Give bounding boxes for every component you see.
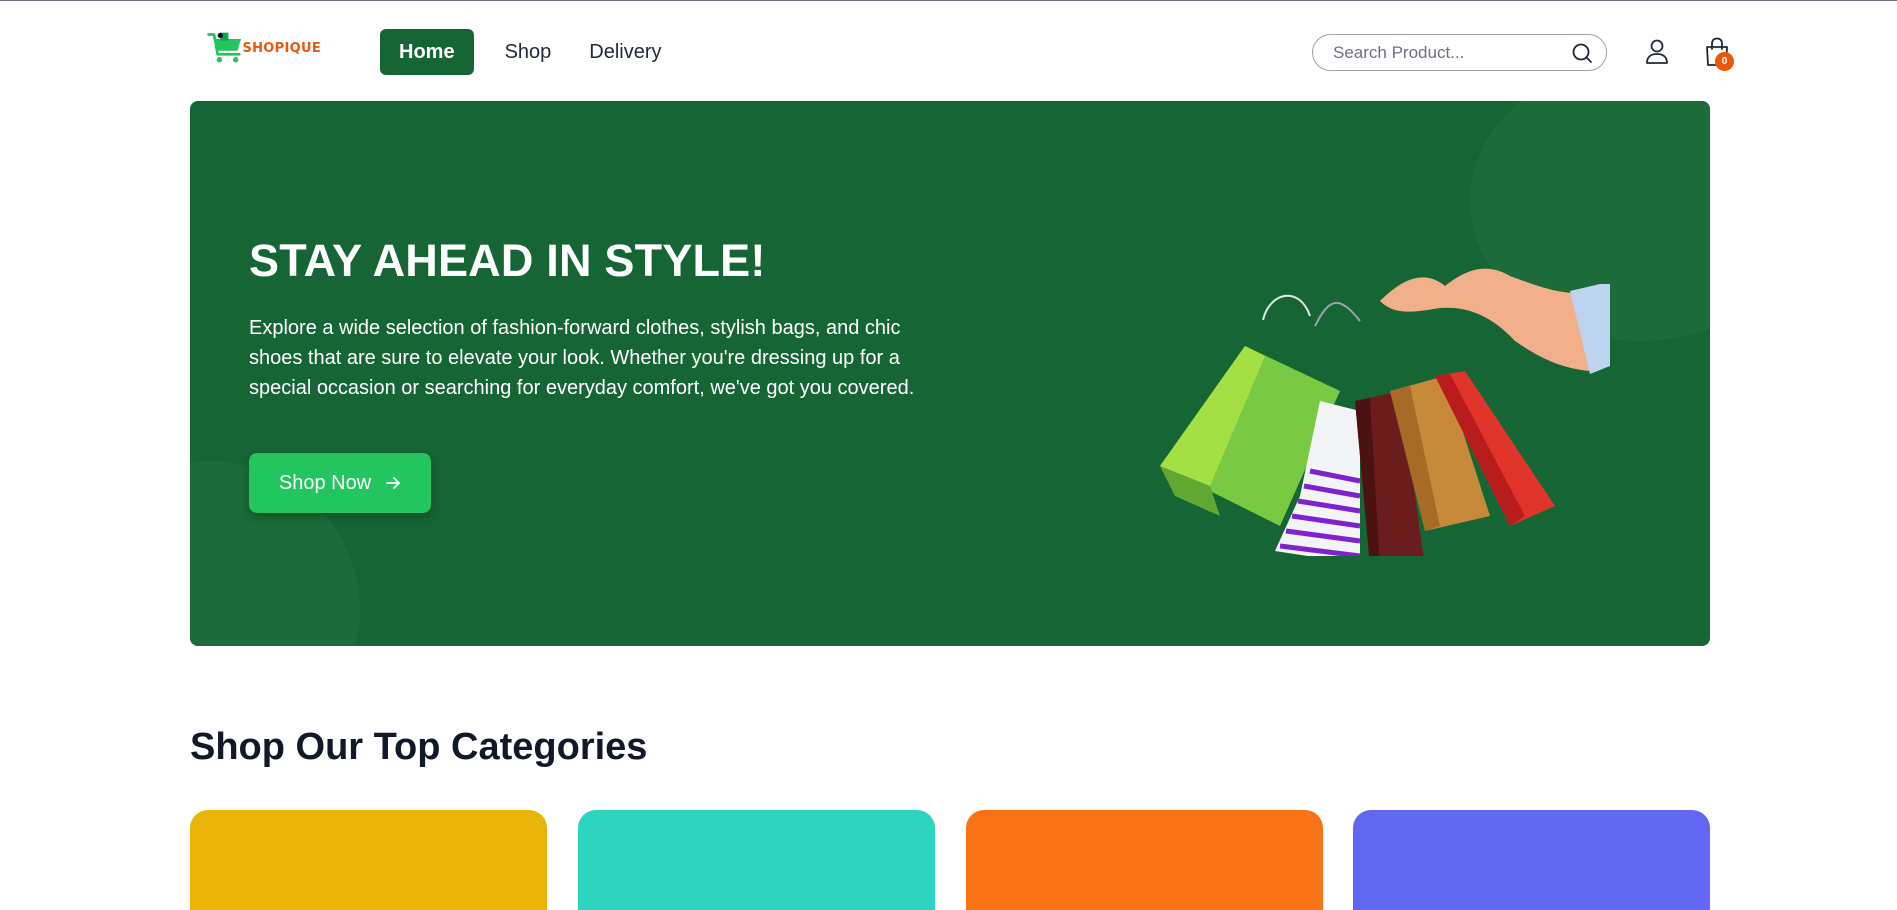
category-card[interactable] bbox=[578, 810, 935, 910]
category-card[interactable] bbox=[966, 810, 1323, 910]
shop-now-button[interactable]: Shop Now bbox=[249, 453, 431, 513]
search-input[interactable] bbox=[1333, 42, 1570, 63]
shopping-bags-image bbox=[1160, 268, 1610, 556]
site-header: SHOPIQUE Home Shop Delivery 0 bbox=[0, 1, 1897, 101]
nav-delivery[interactable]: Delivery bbox=[570, 29, 680, 75]
search-icon[interactable] bbox=[1570, 41, 1594, 65]
search-box bbox=[1312, 34, 1607, 71]
nav-home[interactable]: Home bbox=[380, 29, 474, 75]
main-nav: Home Shop Delivery bbox=[380, 29, 681, 75]
section-title: Shop Our Top Categories bbox=[190, 726, 648, 768]
shop-now-label: Shop Now bbox=[278, 471, 372, 494]
hero-banner: STAY AHEAD IN STYLE! Explore a wide sele… bbox=[190, 101, 1710, 646]
cart-count-badge: 0 bbox=[1715, 52, 1734, 71]
category-card[interactable] bbox=[1353, 810, 1710, 910]
shopping-cart-logo-icon bbox=[207, 32, 242, 63]
arrow-right-icon bbox=[386, 477, 401, 489]
hero-title: STAY AHEAD IN STYLE! bbox=[249, 235, 766, 286]
category-card[interactable] bbox=[190, 810, 547, 910]
nav-shop[interactable]: Shop bbox=[486, 29, 571, 75]
logo-text: SHOPIQUE bbox=[242, 40, 321, 56]
hero-description: Explore a wide selection of fashion-forw… bbox=[249, 317, 915, 399]
user-icon[interactable] bbox=[1644, 38, 1670, 66]
logo[interactable]: SHOPIQUE bbox=[205, 25, 321, 71]
